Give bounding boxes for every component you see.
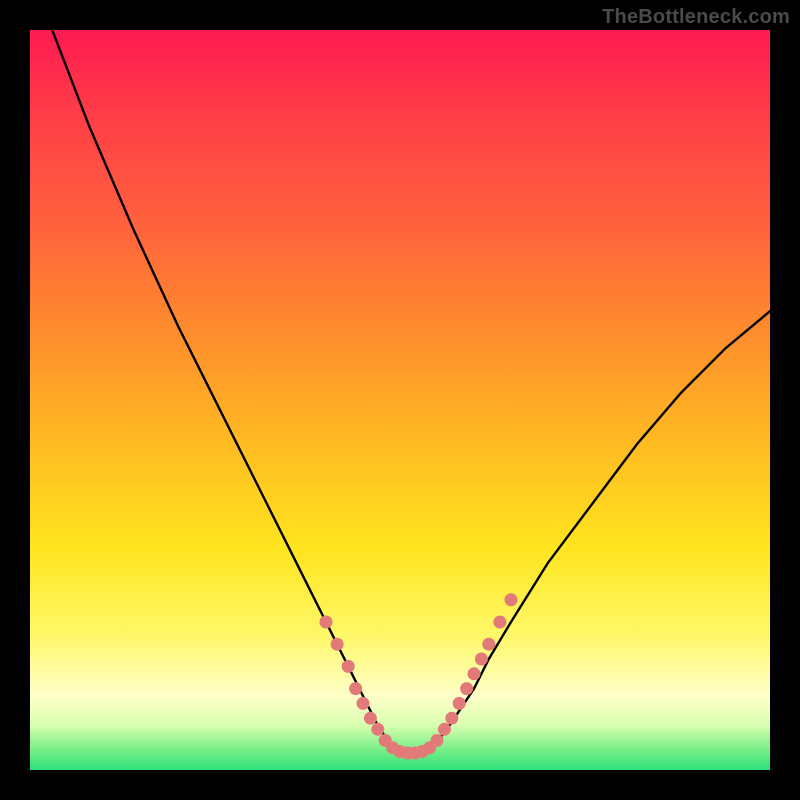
marker-dot <box>505 593 518 606</box>
marker-dot <box>482 638 495 651</box>
marker-dot <box>349 682 362 695</box>
marker-dot <box>371 723 384 736</box>
marker-dot <box>320 616 333 629</box>
marker-dot <box>460 682 473 695</box>
chart-frame: TheBottleneck.com <box>0 0 800 800</box>
marker-dot <box>357 697 370 710</box>
marker-dots <box>320 593 518 759</box>
marker-dot <box>438 723 451 736</box>
plot-area <box>30 30 770 770</box>
marker-dot <box>342 660 355 673</box>
marker-dot <box>475 653 488 666</box>
marker-dot <box>493 616 506 629</box>
marker-dot <box>468 667 481 680</box>
chart-overlay-svg <box>30 30 770 770</box>
marker-dot <box>445 712 458 725</box>
bottleneck-curve <box>52 30 770 755</box>
watermark-text: TheBottleneck.com <box>602 6 790 29</box>
marker-dot <box>453 697 466 710</box>
marker-dot <box>331 638 344 651</box>
marker-dot <box>431 734 444 747</box>
marker-dot <box>364 712 377 725</box>
